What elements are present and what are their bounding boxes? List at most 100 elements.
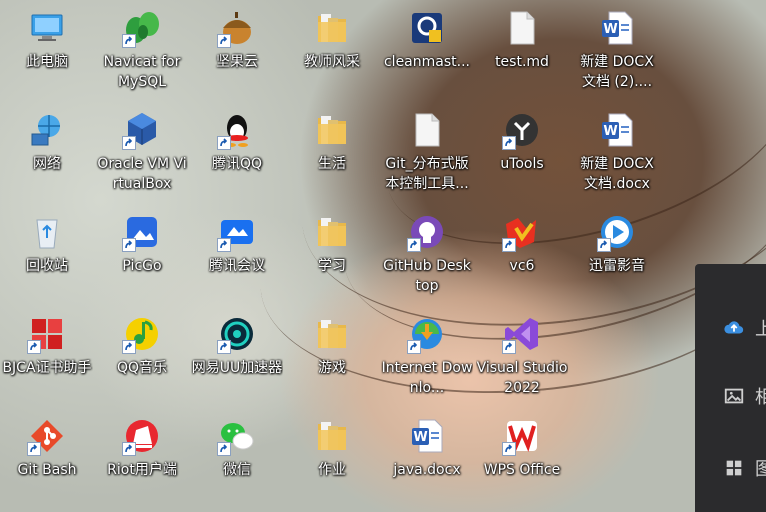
shortcut-arrow-icon [407, 238, 421, 252]
desktop-icon[interactable]: vc6 [476, 206, 568, 306]
desktop-icon[interactable]: Navicat for MySQL [96, 2, 188, 102]
word-doc-icon: W [407, 416, 447, 456]
shortcut-arrow-icon [122, 442, 136, 456]
desktop-icon[interactable]: 腾讯会议 [191, 206, 283, 306]
desktop-icon-label: Navicat for MySQL [103, 54, 181, 90]
side-panel-label: 图 [755, 459, 766, 480]
riot-client-icon [122, 416, 162, 456]
folder-icon [312, 416, 352, 456]
desktop-icon[interactable]: 腾讯QQ [191, 104, 283, 204]
bjca-icon [27, 314, 67, 354]
desktop-icon[interactable]: BJCA证书助手 [1, 308, 93, 408]
qq-icon [217, 110, 257, 150]
desktop-icon[interactable]: 教师风采 [286, 2, 378, 102]
desktop-icon-label: Oracle VM VirtualBox [97, 156, 187, 192]
desktop-icon[interactable]: Git Bash [1, 410, 93, 510]
desktop-icon[interactable]: 迅雷影音 [571, 206, 663, 306]
desktop-icon[interactable]: QQ音乐 [96, 308, 188, 408]
folder-icon [312, 8, 352, 48]
desktop[interactable]: 此电脑 Navicat for MySQL 坚果云 教师风采 cleanmast... t… [0, 0, 766, 512]
shortcut-arrow-icon [217, 238, 231, 252]
shortcut-arrow-icon [122, 136, 136, 150]
word-doc-icon: W [597, 110, 637, 150]
folder-icon [312, 110, 352, 150]
desktop-icon-label: 新建 DOCX 文档 (2).... [580, 54, 654, 90]
jianguoyun-icon [217, 8, 257, 48]
navicat-icon [122, 8, 162, 48]
side-panel-image[interactable]: 相 [723, 382, 766, 410]
shortcut-arrow-icon [217, 340, 231, 354]
desktop-icon-label: 迅雷影音 [589, 258, 645, 274]
desktop-icon[interactable]: 网络 [1, 104, 93, 204]
desktop-icon[interactable]: 坚果云 [191, 2, 283, 102]
desktop-icon-label: WPS Office [483, 462, 561, 478]
shortcut-arrow-icon [122, 340, 136, 354]
desktop-icon-label: test.md [495, 54, 549, 70]
wps-icon [502, 416, 542, 456]
xunlei-player-icon [597, 212, 637, 252]
desktop-icon[interactable]: Oracle VM VirtualBox [96, 104, 188, 204]
svg-text:W: W [603, 22, 617, 37]
side-panel-upload[interactable]: 上 [723, 314, 766, 342]
desktop-icon-label: Riot用户端 [107, 462, 177, 478]
desktop-icon[interactable]: 网易UU加速器 [191, 308, 283, 408]
desktop-icon[interactable]: 游戏 [286, 308, 378, 408]
desktop-icon[interactable]: Riot用户端 [96, 410, 188, 510]
desktop-icon[interactable]: GitHub Desktop [381, 206, 473, 306]
desktop-icon[interactable]: Wjava.docx [381, 410, 473, 510]
desktop-icon[interactable]: 生活 [286, 104, 378, 204]
desktop-icon[interactable]: W 新建 DOCX 文档.docx [571, 104, 663, 204]
shortcut-arrow-icon [217, 442, 231, 456]
desktop-icon[interactable]: uTools [476, 104, 568, 204]
shortcut-arrow-icon [502, 442, 516, 456]
cleanmaster-icon [407, 8, 447, 48]
desktop-icon-label: BJCA证书助手 [2, 360, 92, 376]
desktop-icon[interactable]: 回收站 [1, 206, 93, 306]
desktop-icon-label: 生活 [318, 156, 346, 172]
folder-icon [312, 212, 352, 252]
desktop-icon-label: 腾讯QQ [211, 156, 263, 172]
picgo-icon [122, 212, 162, 252]
desktop-icon[interactable]: W 新建 DOCX 文档 (2).... [571, 2, 663, 102]
desktop-icon[interactable]: Internet Downlo... [381, 308, 473, 408]
desktop-icon-label: 作业 [318, 462, 346, 478]
desktop-icon-label: 此电脑 [26, 54, 68, 70]
desktop-icon[interactable]: PicGo [96, 206, 188, 306]
desktop-icon[interactable]: 此电脑 [1, 2, 93, 102]
wechat-icon [217, 416, 257, 456]
shortcut-arrow-icon [217, 136, 231, 150]
desktop-icon-label: Internet Downlo... [381, 360, 473, 396]
desktop-icon-label: cleanmast... [383, 54, 470, 70]
desktop-icon-label: 网络 [33, 156, 61, 172]
desktop-icon-label: 教师风采 [304, 54, 360, 70]
desktop-icon[interactable]: Visual Studio 2022 [476, 308, 568, 408]
desktop-icon[interactable]: Git_分布式版本控制工具... [381, 104, 473, 204]
visual-studio-icon [502, 314, 542, 354]
desktop-icon[interactable]: WPS Office [476, 410, 568, 510]
network-icon [27, 110, 67, 150]
recycle-bin-icon [27, 212, 67, 252]
file-icon [502, 8, 542, 48]
side-panel-grid[interactable]: 图 [723, 454, 766, 482]
desktop-icon[interactable]: cleanmast... [381, 2, 473, 102]
desktop-icon[interactable]: 作业 [286, 410, 378, 510]
tencent-meeting-icon [217, 212, 257, 252]
shortcut-arrow-icon [27, 340, 41, 354]
side-panel-label: 相 [755, 387, 766, 408]
git-bash-icon [27, 416, 67, 456]
file-icon [407, 110, 447, 150]
desktop-icon-label: 坚果云 [216, 54, 258, 70]
desktop-icon-label: 游戏 [318, 360, 346, 376]
side-panel-label: 上 [755, 319, 766, 340]
desktop-icon-label: java.docx [393, 462, 461, 478]
desktop-icon[interactable]: 微信 [191, 410, 283, 510]
folder-icon [312, 314, 352, 354]
shortcut-arrow-icon [502, 136, 516, 150]
shortcut-arrow-icon [27, 442, 41, 456]
shortcut-arrow-icon [502, 340, 516, 354]
shortcut-arrow-icon [217, 34, 231, 48]
desktop-icon-label: Visual Studio 2022 [476, 360, 568, 396]
github-desktop-icon [407, 212, 447, 252]
desktop-icon[interactable]: test.md [476, 2, 568, 102]
desktop-icon[interactable]: 学习 [286, 206, 378, 306]
